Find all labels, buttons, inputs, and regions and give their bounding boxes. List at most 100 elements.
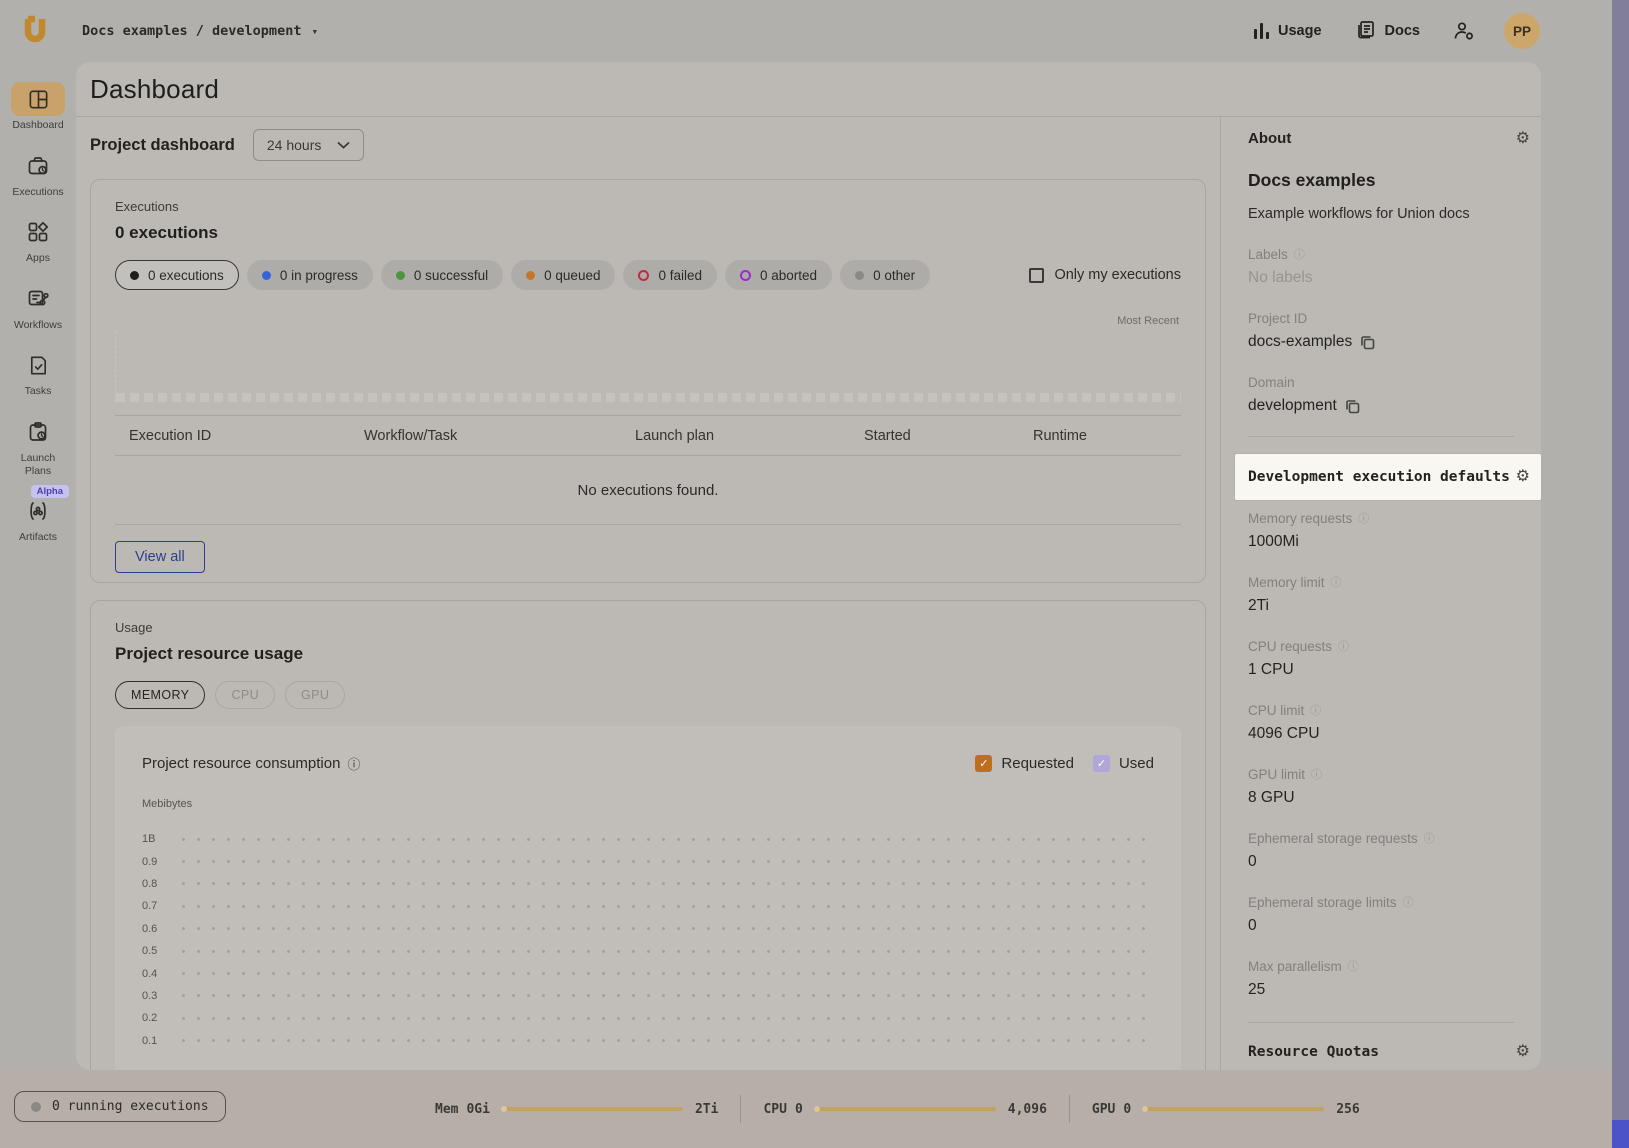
executions-icon xyxy=(11,149,65,183)
sidebar-item-workflows[interactable]: Workflows xyxy=(3,282,73,332)
labels-value: No labels xyxy=(1248,269,1514,287)
sidebar-item-tasks[interactable]: Tasks xyxy=(3,348,73,398)
labels-field: Labelsⓘ No labels xyxy=(1248,246,1514,287)
info-icon[interactable]: ⓘ xyxy=(347,754,360,773)
usage-title: Project resource usage xyxy=(115,644,1181,664)
about-settings-gear-icon[interactable]: ⚙ xyxy=(1516,131,1530,147)
gpu-meter: GPU 0 256 xyxy=(1092,1102,1360,1117)
status-dot xyxy=(130,271,139,280)
cpu-requests-field: CPU requestsⓘ 1 CPU xyxy=(1248,638,1514,679)
filter-chip-in-progress[interactable]: 0 in progress xyxy=(247,260,373,290)
running-executions-pill[interactable]: 0 running executions xyxy=(14,1091,226,1122)
info-icon: ⓘ xyxy=(1311,766,1322,782)
y-tick: 0.1 xyxy=(142,1035,168,1047)
gpu-meter-track xyxy=(1143,1107,1324,1111)
y-tick: 0.2 xyxy=(142,1012,168,1024)
sidebar-item-launch-plans[interactable]: Launch Plans xyxy=(3,415,73,477)
consumption-chart-card: Project resource consumption ⓘ ✓ Request… xyxy=(115,726,1181,1070)
max-parallelism-field: Max parallelismⓘ 25 xyxy=(1248,958,1514,999)
breadcrumb-text: Docs examples / development xyxy=(82,23,301,39)
col-execution-id: Execution ID xyxy=(129,428,364,444)
usage-button[interactable]: Usage xyxy=(1254,23,1322,39)
sidebar-item-dashboard[interactable]: Dashboard xyxy=(3,82,73,132)
checkbox-checked-icon: ✓ xyxy=(1093,755,1110,772)
y-axis-label: Mebibytes xyxy=(142,798,1154,810)
executions-table: Execution ID Workflow/Task Launch plan S… xyxy=(115,415,1181,525)
project-description: Example workflows for Union docs xyxy=(1248,206,1514,222)
execution-defaults-title: Development execution defaults xyxy=(1248,469,1510,485)
info-icon: ⓘ xyxy=(1338,638,1349,654)
info-icon: ⓘ xyxy=(1358,510,1369,526)
domain-value: development xyxy=(1248,397,1337,415)
docs-icon xyxy=(1356,19,1376,43)
info-icon: ⓘ xyxy=(1310,702,1321,718)
executions-eyebrow: Executions xyxy=(115,199,1181,214)
scrollbar-bottom-accent xyxy=(1612,1120,1629,1148)
view-all-button[interactable]: View all xyxy=(115,541,205,573)
left-nav-rail: Dashboard Executions Apps Workflows Task… xyxy=(0,62,76,1070)
y-tick: 0.8 xyxy=(142,878,168,890)
y-tick: 0.4 xyxy=(142,968,168,980)
resource-tabs: MEMORY CPU GPU xyxy=(115,681,1181,709)
chart-title: Project resource consumption ⓘ xyxy=(142,754,360,773)
tab-gpu[interactable]: GPU xyxy=(285,681,345,709)
info-icon: ⓘ xyxy=(1424,830,1435,846)
project-id-value: docs-examples xyxy=(1248,333,1352,351)
docs-label: Docs xyxy=(1385,23,1420,39)
col-started: Started xyxy=(864,428,1033,444)
union-logo-icon[interactable] xyxy=(18,14,52,48)
resource-quotas-gear-icon[interactable]: ⚙ xyxy=(1516,1044,1530,1060)
page-scrollbar[interactable] xyxy=(1612,0,1629,1148)
legend-requested-checkbox[interactable]: ✓ Requested xyxy=(975,755,1074,772)
filter-chip-all[interactable]: 0 executions xyxy=(115,260,239,290)
time-range-value: 24 hours xyxy=(267,137,321,153)
filter-chip-queued[interactable]: 0 queued xyxy=(511,260,615,290)
breadcrumb[interactable]: Docs examples / development ▾ xyxy=(82,23,318,39)
admin-settings-icon[interactable] xyxy=(1452,20,1476,42)
filter-chip-successful[interactable]: 0 successful xyxy=(381,260,503,290)
docs-button[interactable]: Docs xyxy=(1356,19,1420,43)
only-my-executions-checkbox[interactable]: Only my executions xyxy=(1029,267,1181,283)
execution-defaults-header: Development execution defaults ⚙ xyxy=(1235,454,1541,500)
filter-chip-other[interactable]: 0 other xyxy=(840,260,930,290)
y-tick: 0.6 xyxy=(142,923,168,935)
executions-timeline xyxy=(115,331,1181,402)
cpu-meter: CPU 0 4,096 xyxy=(763,1102,1046,1117)
chart-grid: 1B 0.9 0.8 0.7 0.6 0.5 0.4 0.3 0.2 0.1 xyxy=(142,828,1154,1052)
tab-cpu[interactable]: CPU xyxy=(215,681,275,709)
execution-defaults-gear-icon[interactable]: ⚙ xyxy=(1516,469,1530,485)
chart-legend: ✓ Requested ✓ Used xyxy=(975,755,1154,772)
sidebar-item-apps[interactable]: Apps xyxy=(3,215,73,265)
status-dot xyxy=(740,270,751,281)
info-icon: ⓘ xyxy=(1403,894,1414,910)
status-dot xyxy=(855,271,864,280)
sidebar-item-artifacts[interactable]: Alpha Artifacts xyxy=(3,494,73,544)
ephemeral-storage-requests-field: Ephemeral storage requestsⓘ 0 xyxy=(1248,830,1514,871)
avatar[interactable]: PP xyxy=(1504,13,1540,49)
project-name: Docs examples xyxy=(1248,170,1514,191)
info-icon: ⓘ xyxy=(1294,246,1305,262)
memory-meter: Mem 0Gi 2Ti xyxy=(435,1102,718,1117)
section-title: Project dashboard xyxy=(90,136,235,155)
copy-icon[interactable] xyxy=(1360,335,1375,350)
filter-chip-aborted[interactable]: 0 aborted xyxy=(725,260,832,290)
empty-state-message: No executions found. xyxy=(115,455,1181,525)
time-range-select[interactable]: 24 hours xyxy=(253,129,364,161)
legend-used-checkbox[interactable]: ✓ Used xyxy=(1093,755,1154,772)
apps-icon xyxy=(11,215,65,249)
usage-eyebrow: Usage xyxy=(115,620,1181,635)
status-dot xyxy=(262,271,271,280)
executions-count-title: 0 executions xyxy=(115,223,1181,243)
tab-memory[interactable]: MEMORY xyxy=(115,681,205,709)
cpu-meter-track xyxy=(815,1107,996,1111)
timeline-baseline xyxy=(116,393,1181,402)
status-dot xyxy=(31,1102,41,1112)
project-id-field: Project ID docs-examples xyxy=(1248,311,1514,351)
alpha-badge: Alpha xyxy=(31,485,69,498)
copy-icon[interactable] xyxy=(1345,399,1360,414)
sidebar-item-executions[interactable]: Executions xyxy=(3,149,73,199)
filter-chip-failed[interactable]: 0 failed xyxy=(623,260,717,290)
resource-meters: Mem 0Gi 2Ti CPU 0 4,096 GPU 0 256 xyxy=(435,1070,1360,1148)
table-header-row: Execution ID Workflow/Task Launch plan S… xyxy=(115,415,1181,455)
gpu-limit-field: GPU limitⓘ 8 GPU xyxy=(1248,766,1514,807)
